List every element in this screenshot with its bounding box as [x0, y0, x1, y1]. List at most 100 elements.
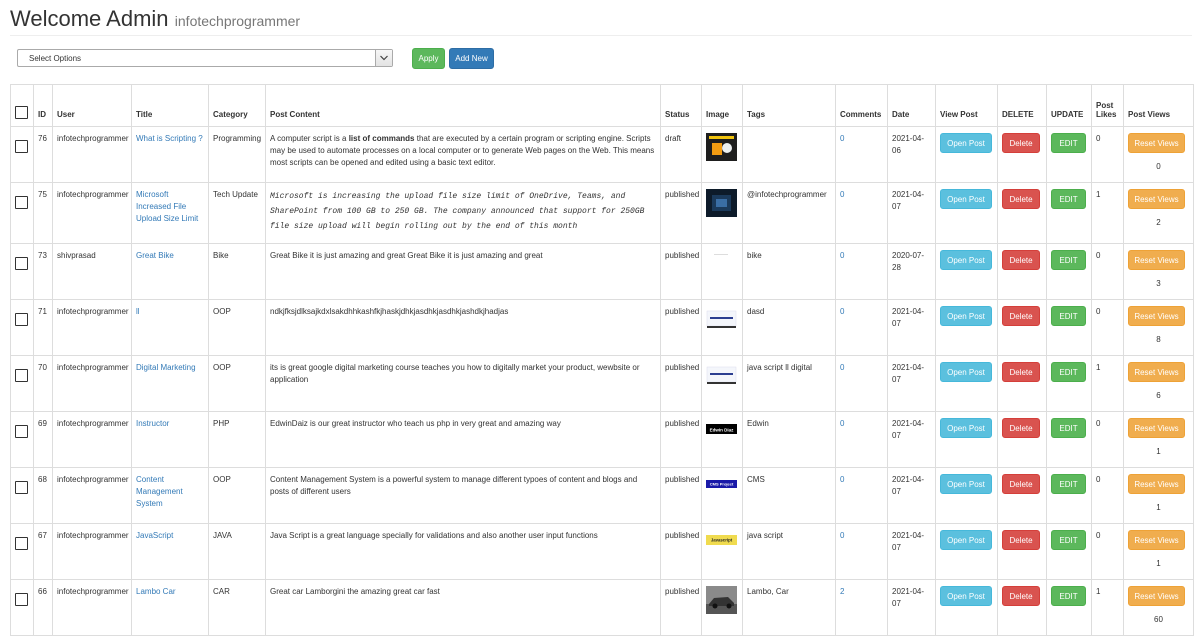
reset-views-button[interactable]: Reset Views	[1128, 250, 1185, 270]
delete-post-button[interactable]: Delete	[1002, 189, 1040, 209]
comments-count-link[interactable]: 0	[840, 531, 844, 540]
thumbnail-text: Edwin Diaz	[710, 428, 735, 433]
post-title-link[interactable]: Digital Marketing	[136, 363, 196, 372]
post-date: 2021-04-07	[887, 182, 936, 244]
edit-post-button[interactable]: EDIT	[1051, 306, 1086, 326]
reset-views-button[interactable]: Reset Views	[1128, 530, 1185, 550]
table-row: 67 infotechprogrammer JavaScript JAVA Ja…	[10, 523, 1194, 580]
row-checkbox[interactable]	[15, 537, 28, 550]
open-post-button[interactable]: Open Post	[940, 306, 992, 326]
chevron-down-icon[interactable]	[375, 50, 392, 66]
post-content: Java Script is a great language speciall…	[265, 523, 661, 580]
row-checkbox[interactable]	[15, 481, 28, 494]
table-row: 66 infotechprogrammer Lambo Car CAR Grea…	[10, 579, 1194, 636]
edit-post-button[interactable]: EDIT	[1051, 586, 1086, 606]
delete-post-button[interactable]: Delete	[1002, 586, 1040, 606]
open-post-button[interactable]: Open Post	[940, 474, 992, 494]
post-category: JAVA	[208, 523, 266, 580]
row-checkbox[interactable]	[15, 593, 28, 606]
column-header: ID	[33, 84, 53, 127]
post-status: published	[660, 355, 702, 412]
add-new-button[interactable]: Add New	[449, 48, 494, 69]
post-likes: 0	[1091, 523, 1124, 580]
reset-views-button[interactable]: Reset Views	[1128, 418, 1185, 438]
post-title-link[interactable]: Lambo Car	[136, 587, 176, 596]
post-content: Microsoft is increasing the upload file …	[265, 182, 661, 244]
comments-count-link[interactable]: 0	[840, 190, 844, 199]
post-views-count: 0	[1156, 162, 1161, 171]
post-category: CAR	[208, 579, 266, 636]
reset-views-button[interactable]: Reset Views	[1128, 133, 1185, 153]
reset-views-button[interactable]: Reset Views	[1128, 189, 1185, 209]
open-post-button[interactable]: Open Post	[940, 586, 992, 606]
open-post-button[interactable]: Open Post	[940, 250, 992, 270]
delete-post-button[interactable]: Delete	[1002, 306, 1040, 326]
edit-post-button[interactable]: EDIT	[1051, 474, 1086, 494]
post-likes: 0	[1091, 467, 1124, 524]
bulk-options-select[interactable]: Select Options	[17, 49, 393, 67]
delete-post-button[interactable]: Delete	[1002, 474, 1040, 494]
edit-post-button[interactable]: EDIT	[1051, 418, 1086, 438]
row-checkbox[interactable]	[15, 140, 28, 153]
comments-count-link[interactable]: 2	[840, 587, 844, 596]
comments-count-link[interactable]: 0	[840, 475, 844, 484]
table-row: 69 infotechprogrammer Instructor PHP Edw…	[10, 411, 1194, 468]
edit-post-button[interactable]: EDIT	[1051, 189, 1086, 209]
post-likes: 0	[1091, 299, 1124, 356]
edit-post-button[interactable]: EDIT	[1051, 362, 1086, 382]
column-header: DELETE	[997, 84, 1047, 127]
post-content: EdwinDaiz is our great instructor who te…	[265, 411, 661, 468]
edit-post-button[interactable]: EDIT	[1051, 250, 1086, 270]
post-views-count: 6	[1156, 391, 1161, 400]
delete-post-button[interactable]: Delete	[1002, 133, 1040, 153]
delete-post-button[interactable]: Delete	[1002, 418, 1040, 438]
reset-views-button[interactable]: Reset Views	[1128, 586, 1185, 606]
post-category: OOP	[208, 299, 266, 356]
post-title-link[interactable]: ll	[136, 307, 140, 316]
open-post-button[interactable]: Open Post	[940, 530, 992, 550]
post-user: infotechprogrammer	[52, 579, 132, 636]
post-title-link[interactable]: Microsoft Increased File Upload Size Lim…	[136, 190, 198, 223]
apply-button[interactable]: Apply	[412, 48, 445, 69]
post-status: draft	[660, 126, 702, 183]
delete-post-button[interactable]: Delete	[1002, 530, 1040, 550]
post-date: 2021-04-07	[887, 467, 936, 524]
comments-count-link[interactable]: 0	[840, 251, 844, 260]
reset-views-button[interactable]: Reset Views	[1128, 474, 1185, 494]
page-header: Welcome Admin infotechprogrammer	[10, 6, 300, 32]
select-all-checkbox[interactable]	[15, 106, 28, 119]
page-subtitle: infotechprogrammer	[174, 13, 301, 29]
reset-views-button[interactable]: Reset Views	[1128, 362, 1185, 382]
comments-count-link[interactable]: 0	[840, 307, 844, 316]
post-title-link[interactable]: Instructor	[136, 419, 169, 428]
edit-post-button[interactable]: EDIT	[1051, 133, 1086, 153]
column-header: View Post	[935, 84, 998, 127]
post-title-link[interactable]: JavaScript	[136, 531, 173, 540]
post-title-link[interactable]: Great Bike	[136, 251, 174, 260]
comments-count-link[interactable]: 0	[840, 363, 844, 372]
post-title-link[interactable]: What is Scripting ?	[136, 134, 203, 143]
comments-count-link[interactable]: 0	[840, 419, 844, 428]
open-post-button[interactable]: Open Post	[940, 189, 992, 209]
post-status: published	[660, 182, 702, 244]
row-checkbox[interactable]	[15, 257, 28, 270]
row-checkbox[interactable]	[15, 196, 28, 209]
blue-bar-thumbnail	[706, 362, 737, 390]
post-user: infotechprogrammer	[52, 126, 132, 183]
post-title-link[interactable]: Content Management System	[136, 475, 183, 508]
open-post-button[interactable]: Open Post	[940, 362, 992, 382]
post-tags: CMS	[742, 467, 836, 524]
reset-views-button[interactable]: Reset Views	[1128, 306, 1185, 326]
post-tags: java script	[742, 523, 836, 580]
column-header: Post Views	[1123, 84, 1194, 127]
open-post-button[interactable]: Open Post	[940, 133, 992, 153]
comments-count-link[interactable]: 0	[840, 134, 844, 143]
open-post-button[interactable]: Open Post	[940, 418, 992, 438]
row-checkbox[interactable]	[15, 369, 28, 382]
post-status: published	[660, 467, 702, 524]
edit-post-button[interactable]: EDIT	[1051, 530, 1086, 550]
row-checkbox[interactable]	[15, 425, 28, 438]
delete-post-button[interactable]: Delete	[1002, 250, 1040, 270]
row-checkbox[interactable]	[15, 313, 28, 326]
delete-post-button[interactable]: Delete	[1002, 362, 1040, 382]
